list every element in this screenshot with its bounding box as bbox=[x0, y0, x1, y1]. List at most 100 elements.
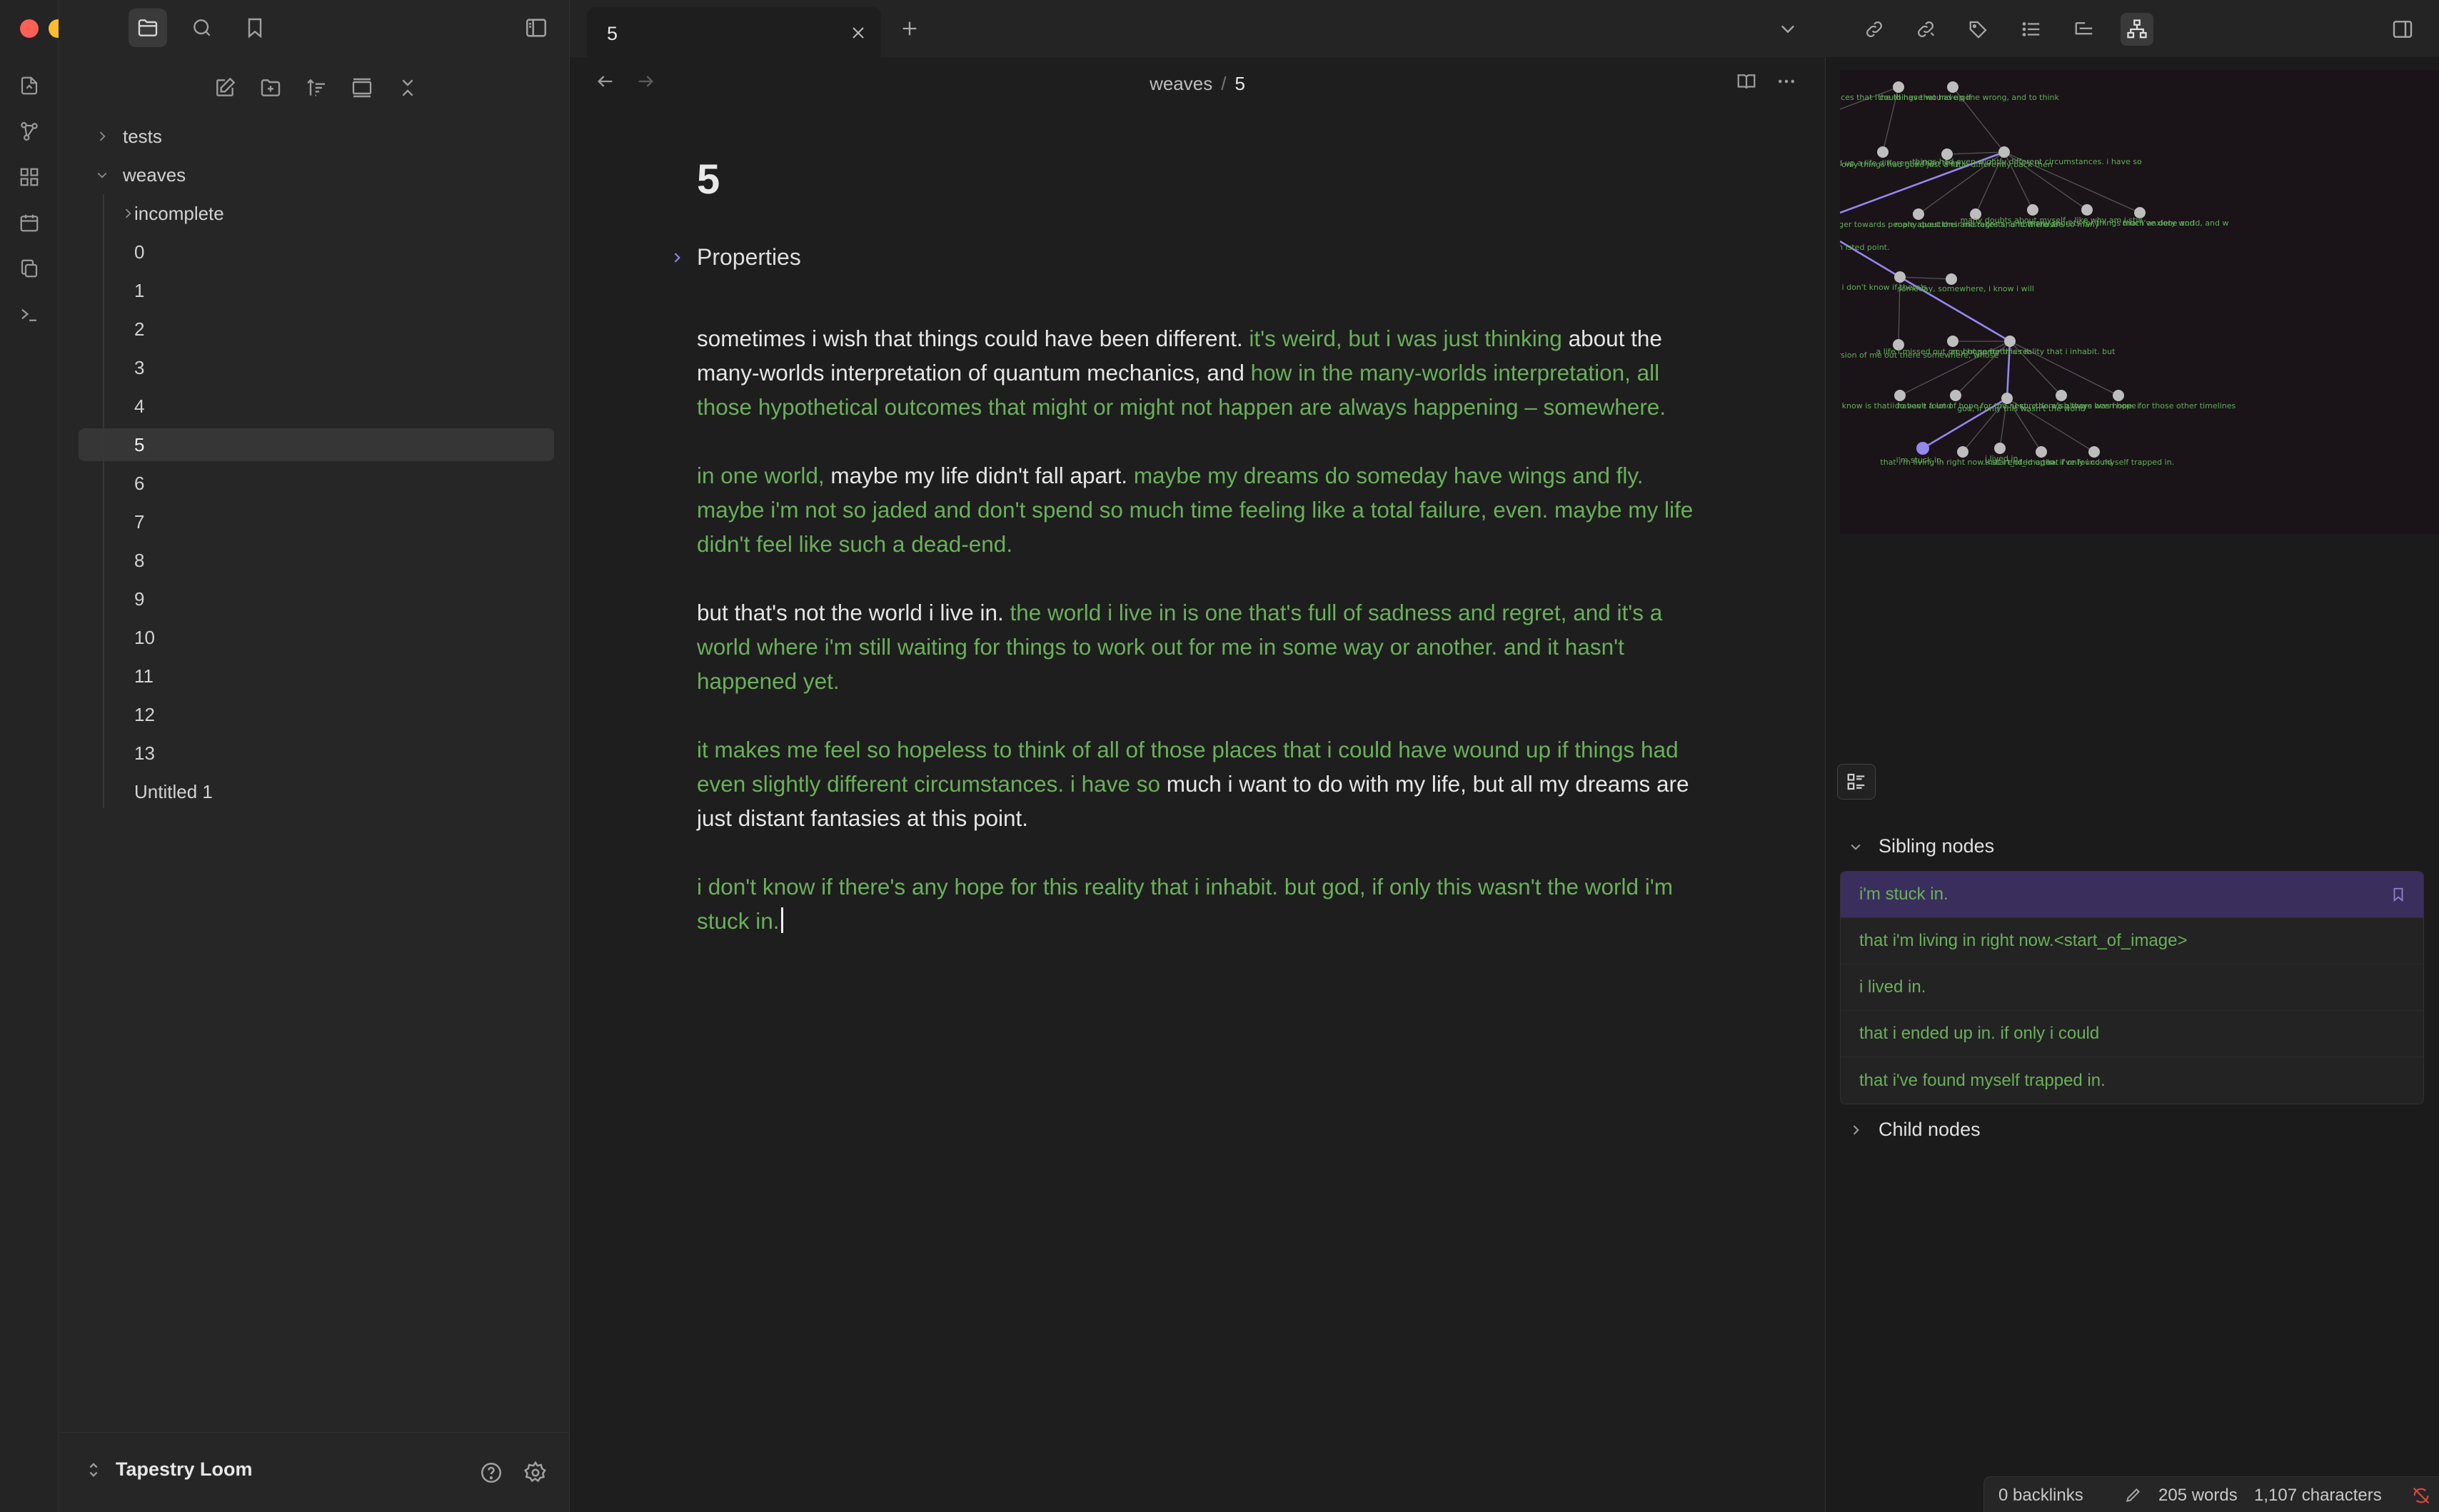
bookmark-icon[interactable] bbox=[2390, 886, 2406, 903]
generated-segment: it's weird, but i was just thinking bbox=[1242, 326, 1562, 351]
new-tab-icon[interactable] bbox=[895, 14, 924, 43]
sibling-node-item[interactable]: i'm stuck in. bbox=[1841, 872, 2423, 918]
graph-layout-icon[interactable] bbox=[1837, 764, 1876, 800]
tree-file[interactable]: 12 bbox=[79, 698, 554, 731]
sort-icon[interactable] bbox=[298, 70, 334, 106]
tags-icon[interactable] bbox=[1962, 13, 1995, 46]
sibling-node-item[interactable]: that i ended up in. if only i could bbox=[1841, 1011, 2423, 1057]
note-paragraph[interactable]: i don't know if there's any hope for thi… bbox=[697, 870, 1711, 938]
right-sidebar-toolbar bbox=[1825, 0, 2439, 57]
more-options-icon[interactable] bbox=[1772, 67, 1801, 96]
reading-view-icon[interactable] bbox=[1732, 67, 1761, 96]
tree-file[interactable]: 9 bbox=[79, 583, 554, 615]
sibling-node-item[interactable]: that i'm living in right now.<start_of_i… bbox=[1841, 918, 2423, 964]
new-folder-icon[interactable] bbox=[253, 70, 288, 106]
auto-reveal-icon[interactable] bbox=[344, 70, 380, 106]
graph-label: there's always been hope for those other… bbox=[2036, 401, 2236, 410]
written-segment: maybe my life didn't fall apart. bbox=[830, 463, 1128, 488]
tree-file[interactable]: 4 bbox=[79, 390, 554, 423]
sibling-node-label: that i'm living in right now.<start_of_i… bbox=[1859, 931, 2188, 950]
chevron-down-icon bbox=[1849, 840, 1867, 854]
new-note-icon[interactable] bbox=[207, 70, 243, 106]
tree-file[interactable]: 8 bbox=[79, 544, 554, 577]
breadcrumb-folder[interactable]: weaves bbox=[1150, 73, 1212, 94]
tree-file[interactable]: Untitled 1 bbox=[79, 775, 554, 808]
graph-node-active[interactable] bbox=[1916, 442, 1929, 455]
tree-file[interactable]: 2 bbox=[79, 313, 554, 346]
note-paragraph[interactable]: in one world, maybe my life didn't fall … bbox=[697, 458, 1711, 561]
sync-disabled-icon[interactable] bbox=[2411, 1486, 2431, 1506]
graph-label: any hope for this reality that i inhabit… bbox=[1951, 347, 2116, 356]
note-paragraph[interactable]: sometimes i wish that things could have … bbox=[697, 321, 1711, 424]
sibling-nodes-header[interactable]: Sibling nodes bbox=[1849, 835, 1994, 857]
tree-file[interactable]: 6 bbox=[79, 467, 554, 500]
tree-file[interactable]: 0 bbox=[79, 236, 554, 268]
loom-graph-canvas[interactable]: of those places that i could have wound … bbox=[1840, 70, 2439, 534]
outline-icon[interactable] bbox=[2068, 13, 2101, 46]
tree-file[interactable]: 13 bbox=[79, 737, 554, 770]
sibling-node-label: that i've found myself trapped in. bbox=[1859, 1070, 2106, 1090]
calendar-icon[interactable] bbox=[15, 208, 44, 237]
sibling-node-item[interactable]: that i've found myself trapped in. bbox=[1841, 1057, 2423, 1104]
tab-note[interactable]: 5 bbox=[587, 7, 881, 57]
bookmark-icon[interactable] bbox=[236, 9, 274, 47]
canvas-icon[interactable] bbox=[15, 163, 44, 191]
close-icon[interactable] bbox=[847, 21, 870, 44]
terminal-icon[interactable] bbox=[15, 300, 44, 328]
tree-folder[interactable]: tests bbox=[79, 120, 554, 153]
tree-file[interactable]: 11 bbox=[79, 660, 554, 692]
child-nodes-header[interactable]: Child nodes bbox=[1849, 1119, 1981, 1141]
generated-segment: the world i live in is one that's bbox=[1003, 600, 1302, 625]
note-title[interactable]: 5 bbox=[697, 156, 720, 203]
breadcrumb-current[interactable]: 5 bbox=[1234, 73, 1244, 94]
written-segment: but that's not the world i live in. bbox=[697, 600, 1004, 625]
toggle-right-sidebar-icon[interactable] bbox=[2386, 13, 2419, 46]
graph-view-icon[interactable] bbox=[15, 117, 44, 146]
help-icon[interactable] bbox=[477, 1458, 506, 1487]
outgoing-links-icon[interactable] bbox=[1858, 13, 1891, 46]
generated-segment: 't spend so much time feeling bbox=[1015, 497, 1306, 523]
tree-file[interactable]: 3 bbox=[79, 351, 554, 384]
generated-segment: hypothetical outcomes that might or migh… bbox=[752, 394, 1666, 420]
loom-graph[interactable]: of those places that i could have wound … bbox=[1840, 70, 2439, 534]
search-icon[interactable] bbox=[183, 9, 221, 47]
tree-file[interactable]: 1 bbox=[79, 274, 554, 307]
tree-folder[interactable]: weaves bbox=[79, 158, 554, 191]
backlinks-icon[interactable] bbox=[1909, 13, 1942, 46]
note-body[interactable]: sometimes i wish that things could have … bbox=[697, 321, 1711, 972]
note-paragraph[interactable]: it makes me feel so hopeless to think of… bbox=[697, 732, 1711, 835]
vault-switcher[interactable]: Tapestry Loom bbox=[86, 1458, 253, 1481]
written-segment: sometimes i wish that things could have … bbox=[697, 326, 1243, 351]
list-icon[interactable] bbox=[2015, 13, 2048, 46]
graph-edges bbox=[1840, 86, 2141, 453]
tree-file[interactable]: 5 bbox=[79, 428, 554, 461]
backlinks-count[interactable]: 0 backlinks bbox=[1998, 1486, 2083, 1506]
tree-file[interactable]: 7 bbox=[79, 505, 554, 538]
tree-file[interactable]: 10 bbox=[79, 621, 554, 654]
graph-label: much anxiety world, and w bbox=[2122, 218, 2228, 228]
collapse-all-icon[interactable] bbox=[390, 70, 426, 106]
note-paragraph[interactable]: but that's not the world i live in. the … bbox=[697, 595, 1711, 698]
tree-item-label: tests bbox=[123, 125, 162, 147]
collapse-sidebar-icon[interactable] bbox=[517, 9, 555, 47]
sibling-node-item[interactable]: i lived in. bbox=[1841, 964, 2423, 1011]
properties-toggle[interactable]: Properties bbox=[670, 244, 801, 271]
sibling-nodes-list: i'm stuck in. that i'm living in right no… bbox=[1840, 871, 2424, 1104]
generated-segment: full of sadness and regret, and it's bbox=[1302, 600, 1644, 625]
tree-folder[interactable]: incomplete bbox=[79, 197, 554, 230]
chevron-down-icon bbox=[93, 166, 111, 184]
loom-tree-icon[interactable] bbox=[2121, 13, 2153, 46]
settings-icon[interactable] bbox=[521, 1458, 550, 1487]
folder-icon[interactable] bbox=[129, 9, 167, 47]
graph-label: that i've found myself trapped in. bbox=[2043, 458, 2174, 467]
generated-segment: to work out for me in some way or anothe… bbox=[1066, 634, 1492, 660]
quick-switcher-icon[interactable] bbox=[15, 71, 44, 100]
graph-label: someday, somewhere, i know i will bbox=[1897, 284, 2034, 293]
generated-segment: of those places that i could have wound … bbox=[1119, 737, 1569, 762]
edit-pencil-icon[interactable] bbox=[2124, 1486, 2143, 1504]
copy-icon[interactable] bbox=[15, 254, 44, 283]
window-close-button[interactable] bbox=[20, 19, 39, 38]
chevron-down-icon[interactable] bbox=[1774, 14, 1802, 43]
sibling-nodes-label: Sibling nodes bbox=[1879, 835, 1995, 857]
word-count: 205 words bbox=[2158, 1486, 2238, 1505]
